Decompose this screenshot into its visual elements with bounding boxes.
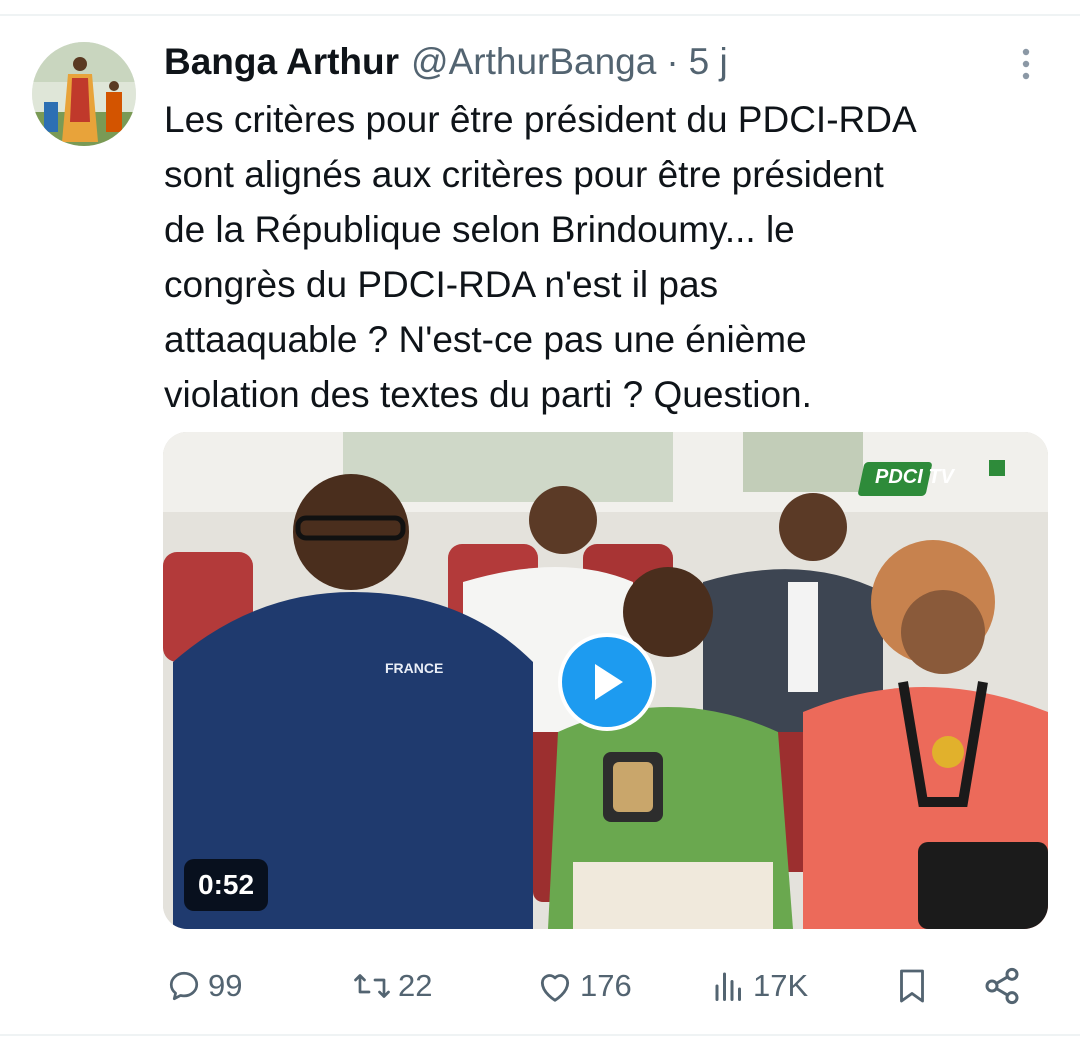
separator-dot: · bbox=[666, 41, 679, 82]
retweet-button[interactable]: 22 bbox=[352, 958, 432, 1014]
more-options-button[interactable] bbox=[1008, 44, 1044, 84]
tweet-time[interactable]: 5 j bbox=[689, 41, 728, 83]
tweet-text-line: attaaquable ? N'est-ce pas une énième bbox=[164, 319, 807, 360]
bottom-divider bbox=[0, 1034, 1080, 1036]
views-button[interactable]: 17K bbox=[711, 958, 808, 1014]
tweet-header: Banga Arthur @ArthurBanga · 5 j bbox=[164, 38, 728, 86]
retweet-icon bbox=[354, 974, 390, 998]
tweet-text-line: congrès du PDCI-RDA n'est il pas bbox=[164, 264, 719, 305]
video-watermark: PDCI TV bbox=[875, 466, 954, 488]
like-count: 176 bbox=[580, 968, 632, 1003]
tweet-text-line: de la République selon Brindoumy... le bbox=[164, 209, 795, 250]
reply-count: 99 bbox=[208, 968, 243, 1003]
tweet-text: Les critères pour être président du PDCI… bbox=[164, 92, 1054, 422]
tweet-text-line: violation des textes du parti ? Question… bbox=[164, 374, 812, 415]
avatar-image bbox=[32, 42, 136, 146]
tweet-actions: 99 22 176 17K bbox=[0, 958, 1080, 1014]
bookmark-button[interactable] bbox=[894, 958, 930, 1014]
author-name[interactable]: Banga Arthur bbox=[164, 41, 399, 83]
play-icon bbox=[595, 664, 623, 700]
author-handle[interactable]: @ArthurBanga bbox=[411, 41, 656, 83]
reply-icon bbox=[169, 971, 199, 1001]
reply-button[interactable]: 99 bbox=[166, 958, 242, 1014]
retweet-count: 22 bbox=[398, 968, 433, 1003]
like-icon bbox=[540, 974, 570, 1002]
tweet-text-line: sont alignés aux critères pour être prés… bbox=[164, 154, 884, 195]
avatar[interactable] bbox=[32, 42, 136, 146]
video-duration: 0:52 bbox=[184, 859, 269, 911]
shirt-text: FRANCE bbox=[385, 660, 444, 676]
view-count: 17K bbox=[753, 968, 809, 1003]
views-icon bbox=[715, 972, 741, 1001]
top-divider bbox=[0, 14, 1080, 16]
bookmark-icon bbox=[900, 969, 924, 1003]
share-icon bbox=[985, 967, 1019, 1005]
tweet-text-line: Les critères pour être président du PDCI… bbox=[164, 99, 917, 140]
more-vertical-icon bbox=[1022, 48, 1030, 80]
like-button[interactable]: 176 bbox=[536, 958, 632, 1014]
share-button[interactable] bbox=[982, 958, 1022, 1014]
play-button[interactable] bbox=[558, 633, 656, 731]
